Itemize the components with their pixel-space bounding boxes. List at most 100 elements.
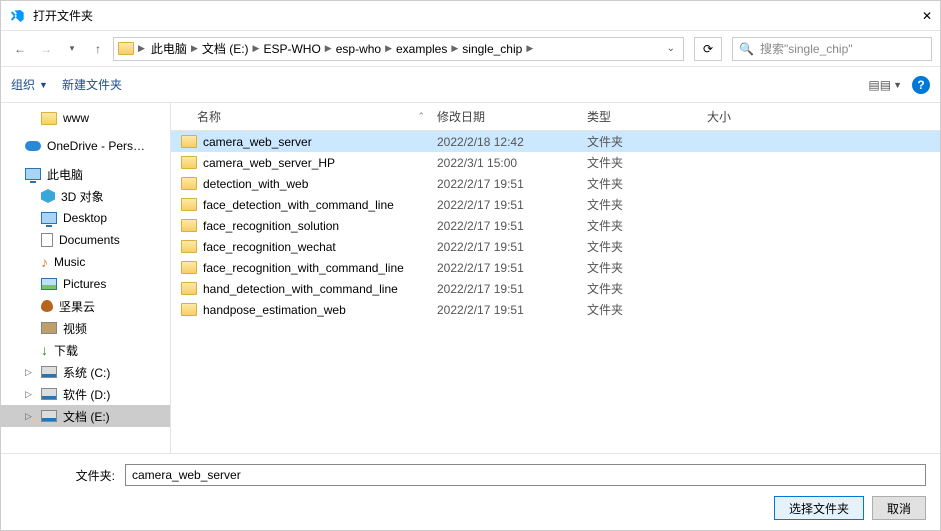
tree-item[interactable]: www — [1, 107, 170, 129]
refresh-button[interactable]: ⟳ — [694, 37, 722, 61]
file-name: face_detection_with_command_line — [203, 198, 394, 212]
file-type: 文件夹 — [581, 280, 701, 297]
chevron-right-icon[interactable]: ▶ — [191, 43, 198, 54]
chevron-right-icon[interactable]: ▶ — [451, 43, 458, 54]
file-date: 2022/2/18 12:42 — [431, 135, 581, 149]
file-row[interactable]: camera_web_server2022/2/18 12:42文件夹 — [171, 131, 940, 152]
col-type[interactable]: 类型 — [581, 108, 701, 125]
file-name: face_recognition_solution — [203, 219, 339, 233]
file-date: 2022/2/17 19:51 — [431, 219, 581, 233]
expand-icon[interactable]: ▷ — [25, 411, 35, 422]
tree-item[interactable]: Desktop — [1, 207, 170, 229]
breadcrumb[interactable]: ▶ 此电脑▶文档 (E:)▶ESP-WHO▶esp-who▶examples▶s… — [113, 37, 684, 61]
3d-icon — [41, 189, 55, 203]
folder-icon — [181, 198, 197, 211]
col-name[interactable]: 名称⌃ — [171, 108, 431, 125]
tree-item[interactable]: Documents — [1, 229, 170, 251]
tree-item-label: 下载 — [54, 342, 78, 359]
tree-item[interactable]: ▷ 软件 (D:) — [1, 383, 170, 405]
tree-item-label: 文档 (E:) — [63, 408, 110, 425]
view-options-button[interactable]: ▤▤▼ — [868, 78, 902, 92]
tree-item[interactable]: ▷ 文档 (E:) — [1, 405, 170, 427]
chevron-right-icon[interactable]: ▶ — [385, 43, 392, 54]
up-button[interactable]: ↑ — [87, 38, 109, 60]
disk-icon — [41, 388, 57, 400]
app-icon — [9, 8, 25, 24]
breadcrumb-segment[interactable]: 文档 (E:) — [198, 40, 253, 57]
folder-icon — [181, 135, 197, 148]
file-date: 2022/2/17 19:51 — [431, 282, 581, 296]
file-row[interactable]: detection_with_web2022/2/17 19:51文件夹 — [171, 173, 940, 194]
folder-icon — [41, 112, 57, 125]
tree-item[interactable]: ▷系统 (C:) — [1, 361, 170, 383]
nut-icon — [41, 300, 53, 312]
file-date: 2022/2/17 19:51 — [431, 177, 581, 191]
chevron-right-icon[interactable]: ▶ — [138, 43, 145, 54]
file-date: 2022/2/17 19:51 — [431, 303, 581, 317]
recent-dropdown[interactable]: ▾ — [61, 38, 83, 60]
tree-item[interactable]: Pictures — [1, 273, 170, 295]
help-button[interactable]: ? — [912, 76, 930, 94]
chevron-right-icon[interactable]: ▶ — [253, 43, 260, 54]
new-folder-button[interactable]: 新建文件夹 — [62, 76, 122, 93]
breadcrumb-segment[interactable]: esp-who — [332, 42, 385, 56]
file-row[interactable]: face_recognition_with_command_line2022/2… — [171, 257, 940, 278]
breadcrumb-segment[interactable]: single_chip — [458, 42, 526, 56]
chevron-right-icon[interactable]: ▶ — [526, 43, 533, 54]
folder-icon — [181, 282, 197, 295]
chevron-right-icon[interactable]: ▶ — [325, 43, 332, 54]
folder-icon — [181, 156, 197, 169]
tree-item[interactable]: ↓下载 — [1, 339, 170, 361]
tree-item[interactable]: 此电脑 — [1, 163, 170, 185]
file-row[interactable]: hand_detection_with_command_line2022/2/1… — [171, 278, 940, 299]
tree-item-label: Music — [54, 255, 85, 269]
back-button[interactable]: ← — [9, 38, 31, 60]
expand-icon[interactable]: ▷ — [25, 367, 35, 378]
cancel-button[interactable]: 取消 — [872, 496, 926, 520]
search-placeholder: 搜索"single_chip" — [760, 40, 853, 57]
cloud-icon — [25, 141, 41, 151]
expand-icon[interactable]: ▷ — [25, 389, 35, 400]
col-size[interactable]: 大小 — [701, 108, 781, 125]
folder-name-input[interactable] — [125, 464, 926, 486]
tree-item-label: 3D 对象 — [61, 188, 104, 205]
disk-icon — [41, 410, 57, 422]
tree-item[interactable]: 视频 — [1, 317, 170, 339]
file-row[interactable]: face_recognition_wechat2022/2/17 19:51文件… — [171, 236, 940, 257]
file-type: 文件夹 — [581, 259, 701, 276]
select-folder-button[interactable]: 选择文件夹 — [774, 496, 864, 520]
tree-item[interactable]: ♪Music — [1, 251, 170, 273]
close-button[interactable]: ✕ — [922, 9, 932, 23]
folder-icon — [181, 219, 197, 232]
breadcrumb-segment[interactable]: 此电脑 — [147, 40, 191, 57]
folder-label: 文件夹: — [15, 467, 115, 484]
breadcrumb-segment[interactable]: examples — [392, 42, 451, 56]
file-name: face_recognition_wechat — [203, 240, 336, 254]
tree-item[interactable]: 坚果云 — [1, 295, 170, 317]
file-row[interactable]: face_detection_with_command_line 2022/2/1… — [171, 194, 940, 215]
breadcrumb-segment[interactable]: ESP-WHO — [259, 42, 324, 56]
file-list-body[interactable]: camera_web_server 2022/2/18 12:42 文件夹 camer… — [171, 131, 940, 453]
folder-icon — [118, 42, 134, 55]
folder-tree[interactable]: www OneDrive - Pers… 此电脑 3D 对象 DesktopDocume… — [1, 103, 171, 453]
breadcrumb-dropdown[interactable]: ⌄ — [667, 43, 675, 54]
file-row[interactable]: face_recognition_solution 2022/2/17 19:51… — [171, 215, 940, 236]
tree-item[interactable]: OneDrive - Pers… — [1, 135, 170, 157]
tree-item-label: 坚果云 — [59, 298, 95, 315]
tree-item-label: 软件 (D:) — [63, 386, 110, 403]
file-name: face_recognition_with_command_line — [203, 261, 404, 275]
window-title: 打开文件夹 — [33, 7, 922, 24]
organize-button[interactable]: 组织▼ — [11, 76, 48, 93]
vid-icon — [41, 322, 57, 334]
file-date: 2022/2/17 19:51 — [431, 198, 581, 212]
search-input[interactable]: 🔍 搜索"single_chip" — [732, 37, 932, 61]
col-date[interactable]: 修改日期 — [431, 108, 581, 125]
forward-button[interactable]: → — [35, 38, 57, 60]
file-row[interactable]: handpose_estimation_web2022/2/17 19:51文件… — [171, 299, 940, 320]
tree-item-label: 视频 — [63, 320, 87, 337]
tree-item[interactable]: 3D 对象 — [1, 185, 170, 207]
file-name: camera_web_server — [203, 135, 312, 149]
file-row[interactable]: camera_web_server_HP2022/3/1 15:00文件夹 — [171, 152, 940, 173]
file-type: 文件夹 — [581, 175, 701, 192]
file-name: camera_web_server_HP — [203, 156, 335, 170]
